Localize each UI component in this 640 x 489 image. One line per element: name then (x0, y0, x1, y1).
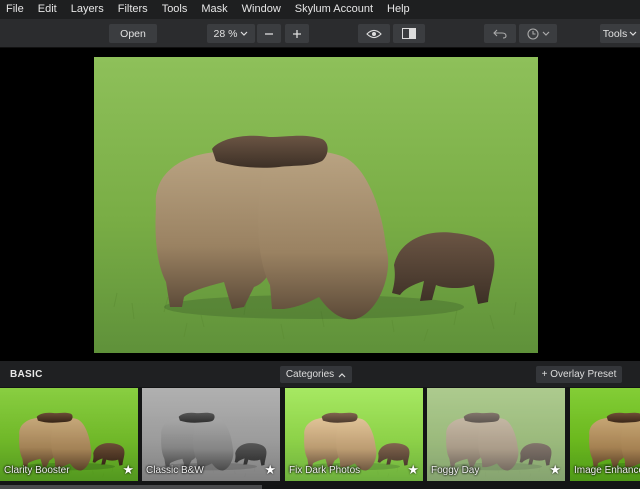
menu-filters[interactable]: Filters (111, 0, 155, 19)
menu-tools[interactable]: Tools (155, 0, 195, 19)
preset-label: Foggy Day (431, 465, 480, 476)
categories-button[interactable]: Categories (280, 366, 352, 383)
plus-icon (293, 29, 301, 38)
clock-icon (526, 27, 539, 40)
chevron-down-icon (241, 31, 248, 36)
preview-toggle-button[interactable] (358, 24, 390, 43)
eye-icon (366, 29, 382, 38)
preset-thumb[interactable]: Image Enhancer (570, 388, 640, 481)
preset-thumb[interactable]: Fix Dark Photos ★ (285, 388, 423, 481)
zoom-out-button[interactable] (257, 24, 281, 43)
image-canvas[interactable] (0, 49, 640, 361)
chevron-down-icon (629, 31, 637, 36)
zoom-in-button[interactable] (285, 24, 309, 43)
chevron-up-icon (338, 372, 346, 377)
undo-button[interactable] (484, 24, 516, 43)
menu-file[interactable]: File (0, 0, 31, 19)
menu-mask[interactable]: Mask (194, 0, 234, 19)
split-view-icon (402, 28, 416, 39)
preset-label: Image Enhancer (574, 465, 640, 476)
menu-help[interactable]: Help (380, 0, 417, 19)
chevron-down-icon (542, 31, 549, 36)
preset-label: Fix Dark Photos (289, 465, 361, 476)
presets-strip: Clarity Booster ★ Classic B&W ★ Fix Dark… (0, 387, 640, 489)
menu-skylum-account[interactable]: Skylum Account (288, 0, 380, 19)
minus-icon (265, 32, 273, 35)
tools-dropdown[interactable]: Tools (600, 24, 640, 43)
preset-label: Clarity Booster (4, 465, 70, 476)
star-icon[interactable]: ★ (122, 462, 134, 478)
preset-label: Classic B&W (146, 465, 204, 476)
compare-button[interactable] (393, 24, 425, 43)
photo-preview[interactable] (94, 57, 538, 353)
menu-window[interactable]: Window (235, 0, 288, 19)
star-icon[interactable]: ★ (549, 462, 561, 478)
zoom-value: 28 % (213, 27, 238, 40)
menu-edit[interactable]: Edit (31, 0, 64, 19)
open-button[interactable]: Open (109, 24, 157, 43)
categories-label: Categories (285, 369, 335, 380)
presets-section-title: BASIC (10, 369, 43, 380)
overlay-preset-button[interactable]: + Overlay Preset (536, 366, 622, 383)
star-icon[interactable]: ★ (407, 462, 419, 478)
history-button[interactable] (519, 24, 557, 43)
menu-bar: File Edit Layers Filters Tools Mask Wind… (0, 0, 640, 19)
menu-layers[interactable]: Layers (64, 0, 111, 19)
toolbar: Open 28 % Tools (0, 19, 640, 48)
preset-thumb[interactable]: Clarity Booster ★ (0, 388, 138, 481)
star-icon[interactable]: ★ (264, 462, 276, 478)
presets-scrollbar[interactable] (0, 485, 262, 489)
zoom-dropdown[interactable]: 28 % (207, 24, 255, 43)
presets-header: BASIC Categories + Overlay Preset (0, 361, 640, 387)
preset-thumb[interactable]: Foggy Day ★ (427, 388, 565, 481)
preset-thumb[interactable]: Classic B&W ★ (142, 388, 280, 481)
tools-label: Tools (602, 27, 628, 40)
undo-icon (493, 29, 507, 39)
bear-photo (94, 57, 538, 353)
